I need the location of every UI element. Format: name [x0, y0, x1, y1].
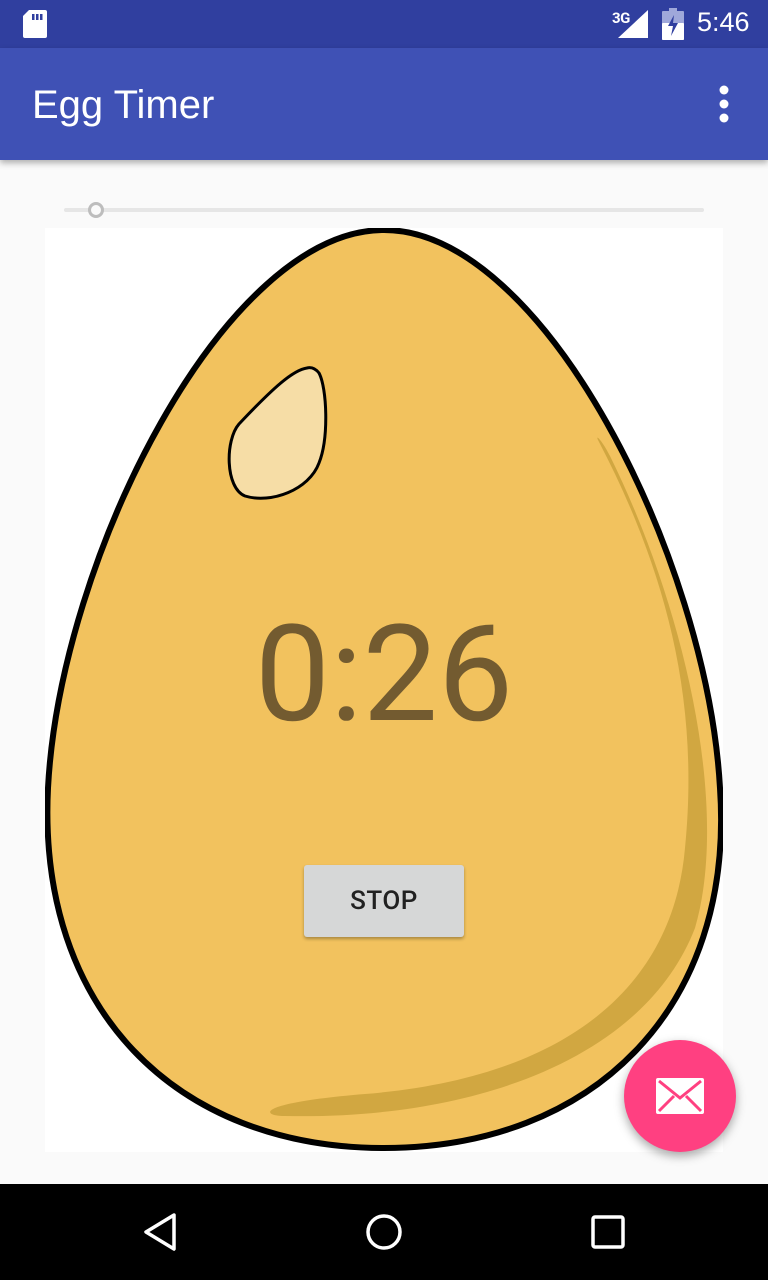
- navigation-bar: [0, 1184, 768, 1280]
- app-bar: Egg Timer: [0, 48, 768, 160]
- timer-display: 0:26: [254, 596, 514, 753]
- mail-fab-button[interactable]: [624, 1040, 736, 1152]
- stop-button[interactable]: STOP: [304, 865, 464, 937]
- signal-icon: [618, 10, 648, 38]
- more-vert-icon[interactable]: [706, 84, 742, 124]
- home-icon[interactable]: [364, 1212, 404, 1252]
- back-icon[interactable]: [140, 1212, 180, 1252]
- recents-icon[interactable]: [588, 1212, 628, 1252]
- clock: 5:46: [697, 7, 750, 37]
- battery-icon: [662, 8, 684, 40]
- mail-icon: [656, 1078, 704, 1114]
- seek-bar-thumb[interactable]: [88, 202, 104, 218]
- status-bar: 3G 5:46: [0, 0, 768, 48]
- app-title: Egg Timer: [32, 83, 215, 127]
- content-area: 0:26 STOP: [0, 160, 768, 1184]
- seek-bar-track[interactable]: [64, 208, 704, 212]
- sd-card-icon: [23, 10, 47, 38]
